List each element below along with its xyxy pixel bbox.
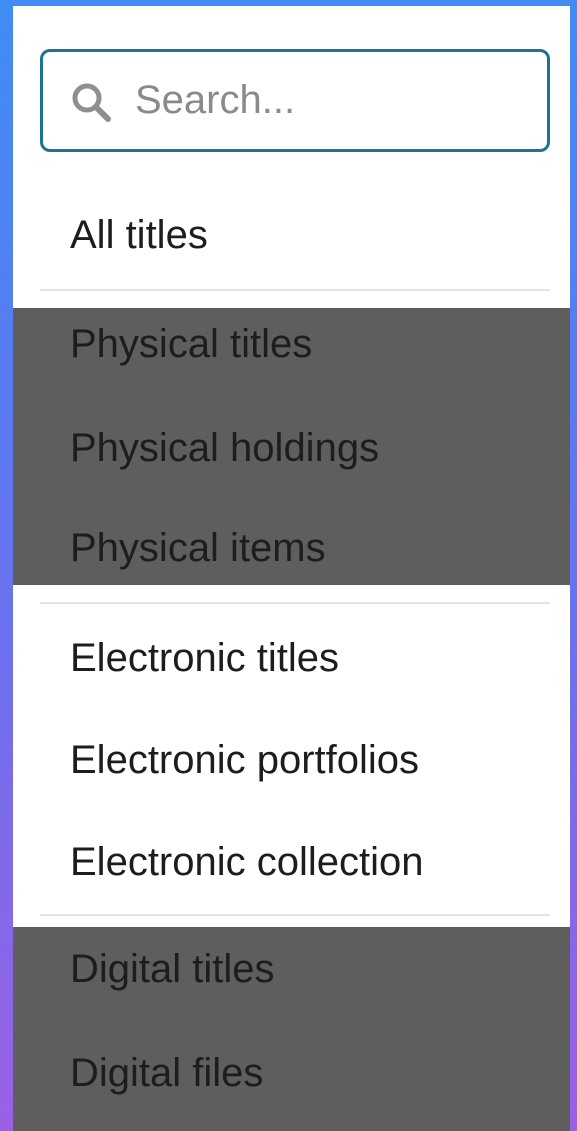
menu-item-physical-items[interactable]: Physical items [13, 528, 570, 568]
digital-group: Digital titles Digital files [13, 927, 570, 1131]
menu-item-label: Physical items [70, 526, 326, 570]
search-field[interactable] [40, 49, 550, 152]
search-type-dropdown: All titles Physical titles Physical hold… [13, 6, 570, 1131]
menu-item-physical-holdings[interactable]: Physical holdings [13, 428, 570, 468]
menu-item-digital-files[interactable]: Digital files [13, 1053, 570, 1093]
divider [40, 914, 550, 916]
menu-item-digital-titles[interactable]: Digital titles [13, 949, 570, 989]
menu-item-label: Electronic titles [70, 636, 339, 680]
menu-item-label: Digital files [70, 1051, 264, 1095]
divider [40, 289, 550, 291]
search-icon [72, 83, 111, 122]
menu-item-label: Electronic portfolios [70, 738, 420, 782]
menu-item-label: All titles [70, 213, 208, 257]
menu-item-label: Physical titles [70, 322, 313, 366]
menu-item-label: Physical holdings [70, 426, 380, 470]
menu-item-electronic-collection[interactable]: Electronic collection [13, 842, 570, 882]
menu-item-electronic-titles[interactable]: Electronic titles [13, 638, 570, 678]
menu-item-physical-titles[interactable]: Physical titles [13, 324, 570, 364]
menu-item-all-titles[interactable]: All titles [13, 215, 570, 255]
divider [40, 602, 550, 604]
physical-group: Physical titles Physical holdings Physic… [13, 308, 570, 585]
menu-item-electronic-portfolios[interactable]: Electronic portfolios [13, 740, 570, 780]
menu-item-label: Electronic collection [70, 840, 424, 884]
menu-item-label: Digital titles [70, 947, 275, 991]
search-input[interactable] [135, 72, 530, 128]
